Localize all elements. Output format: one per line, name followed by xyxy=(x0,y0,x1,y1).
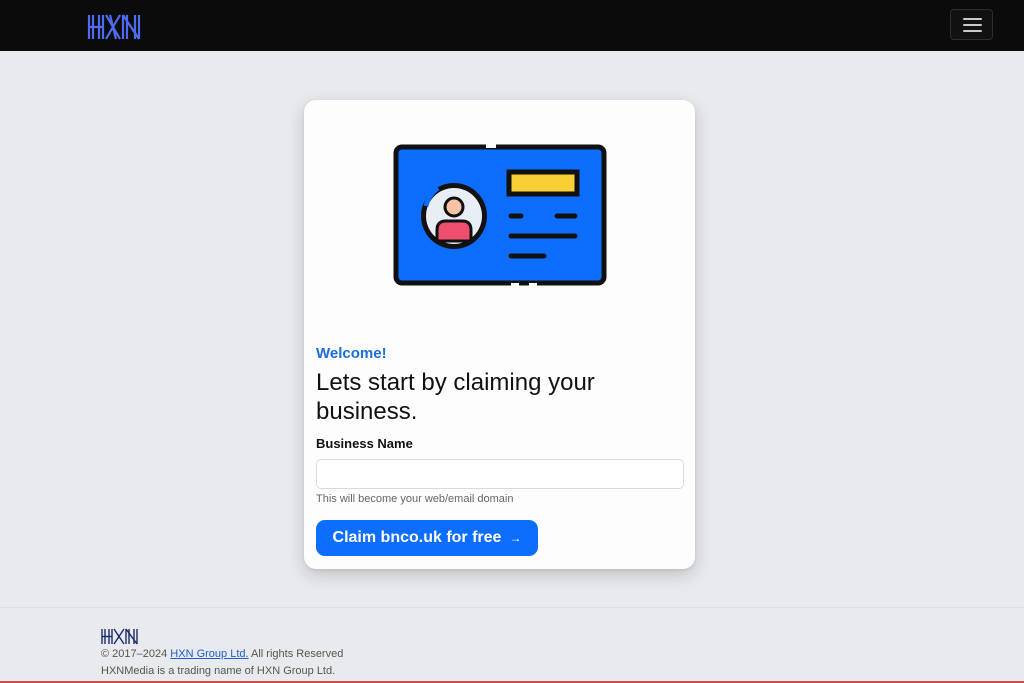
page-title: Lets start by claiming your business. xyxy=(316,369,595,425)
business-name-input[interactable] xyxy=(316,459,684,489)
footer-divider xyxy=(0,607,1024,608)
menu-toggle-button[interactable] xyxy=(950,9,993,40)
copyright-text: © 2017–2024 xyxy=(101,648,168,660)
claim-domain-button[interactable]: Claim bnco.uk for free → xyxy=(316,520,538,556)
claim-business-card: Welcome! Lets start by claiming your bus… xyxy=(304,100,695,569)
trading-name-text: HXNMedia is a trading name of HXN Group … xyxy=(101,665,336,677)
welcome-eyebrow: Welcome! xyxy=(316,345,387,362)
business-name-label: Business Name xyxy=(316,436,413,451)
claim-button-label: Claim bnco.uk for free xyxy=(332,529,502,546)
rights-text: All rights Reserved xyxy=(251,648,344,660)
top-navbar xyxy=(0,0,1024,51)
arrow-right-icon: → xyxy=(509,531,522,545)
hamburger-menu-icon xyxy=(963,18,982,20)
company-link[interactable]: HXN Group Ltd. xyxy=(170,648,248,660)
id-card-icon xyxy=(393,144,607,286)
copyright-line: © 2017–2024 HXN Group Ltd. All rights Re… xyxy=(101,648,343,660)
brand-logo[interactable] xyxy=(87,14,141,40)
footer-brand-logo[interactable] xyxy=(101,628,138,645)
business-name-help: This will become your web/email domain xyxy=(316,493,514,505)
